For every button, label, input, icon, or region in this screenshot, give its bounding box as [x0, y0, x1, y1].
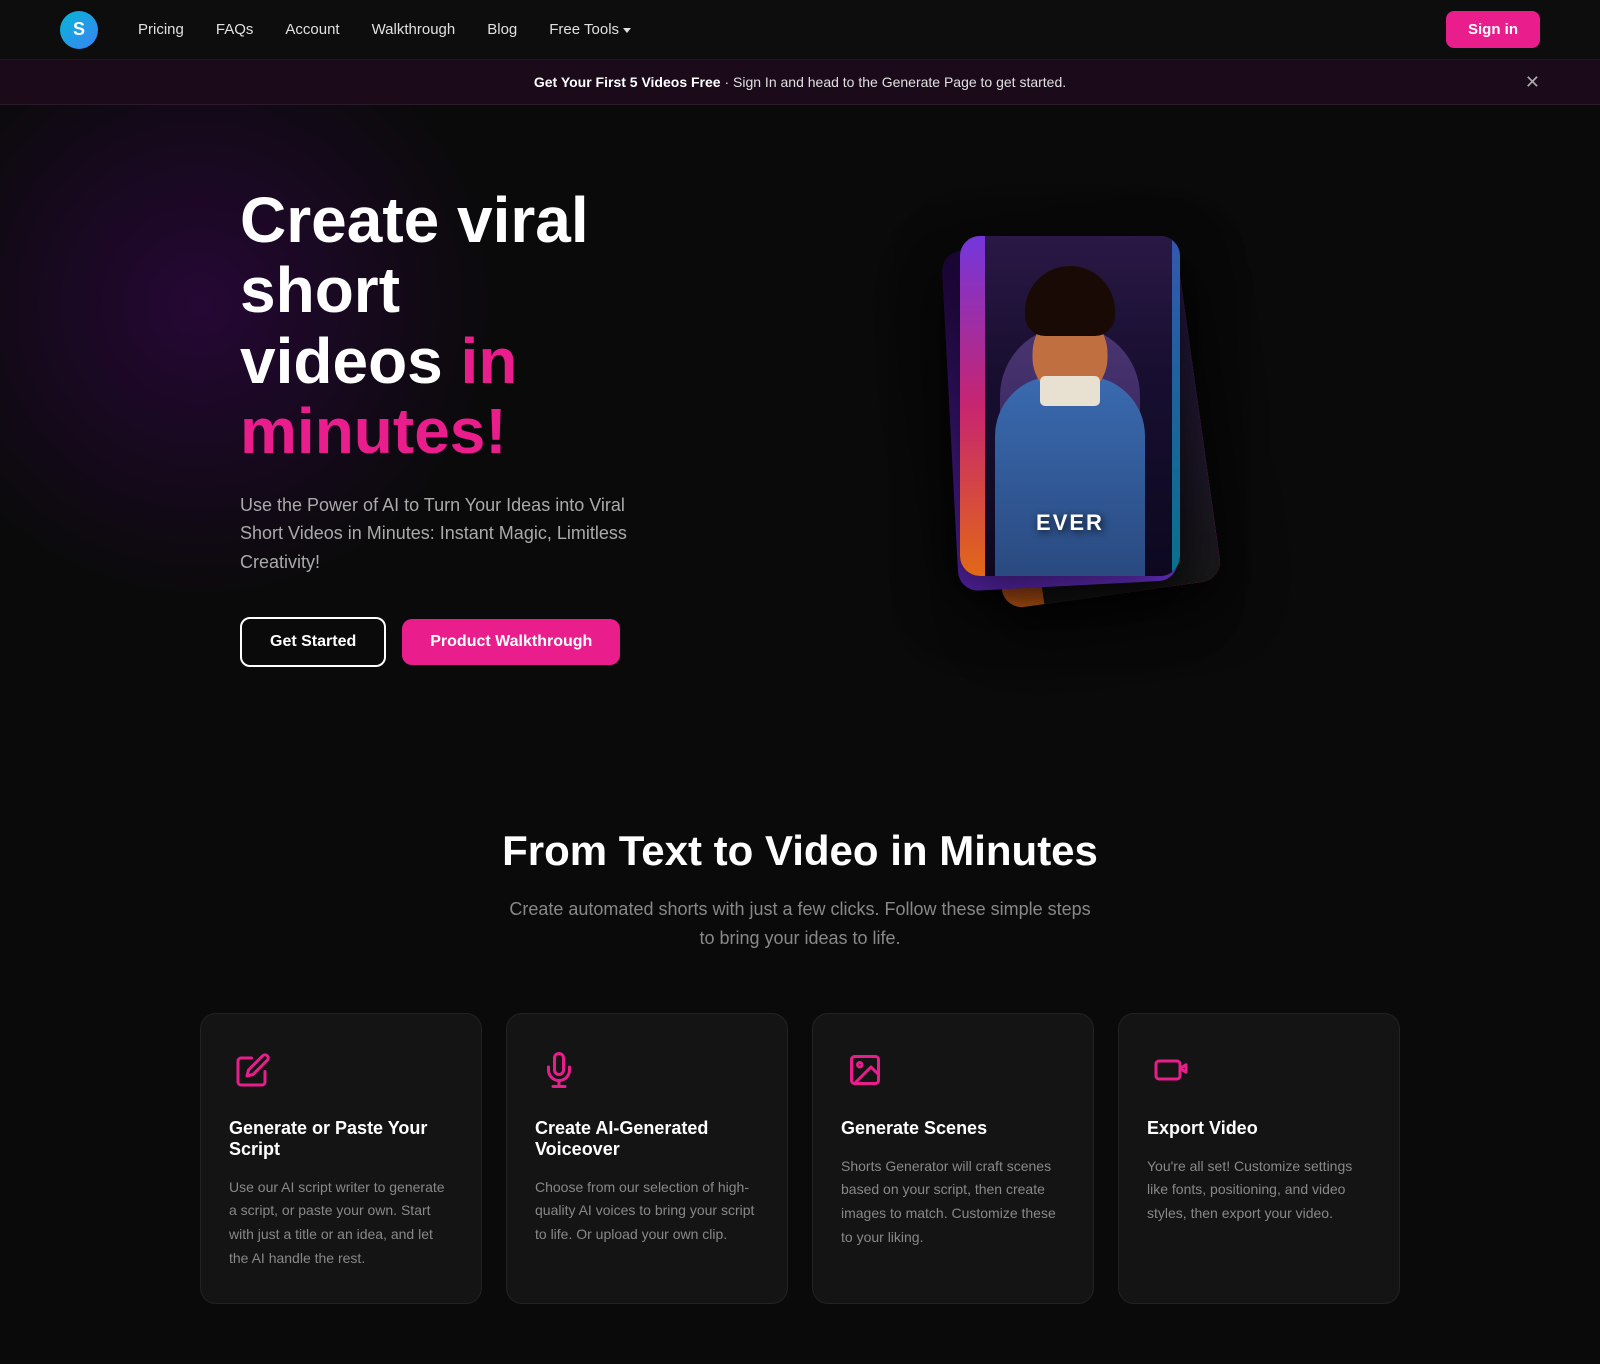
- promo-banner: Get Your First 5 Videos Free · Sign In a…: [0, 60, 1600, 105]
- microphone-icon: [535, 1046, 583, 1094]
- chevron-down-icon: [623, 28, 631, 33]
- features-title: From Text to Video in Minutes: [60, 827, 1540, 875]
- video-text-overlay: EVER: [1036, 510, 1104, 536]
- banner-text: Get Your First 5 Videos Free · Sign In a…: [534, 74, 1066, 90]
- features-grid: Generate or Paste Your Script Use our AI…: [200, 1013, 1400, 1304]
- feature-card-export: Export Video You're all set! Customize s…: [1118, 1013, 1400, 1304]
- feature-card-voiceover: Create AI-Generated Voiceover Choose fro…: [506, 1013, 788, 1304]
- feature-card-voiceover-title: Create AI-Generated Voiceover: [535, 1118, 759, 1160]
- video-card-container: EVER: [940, 236, 1220, 616]
- hero-content: Create viral short videos in minutes! Us…: [240, 185, 760, 667]
- video-icon: [1147, 1046, 1195, 1094]
- product-walkthrough-button[interactable]: Product Walkthrough: [402, 619, 620, 665]
- feature-card-scenes-text: Shorts Generator will craft scenes based…: [841, 1155, 1065, 1250]
- banner-rest: · Sign In and head to the Generate Page …: [721, 74, 1067, 90]
- hero-visual: EVER: [760, 236, 1400, 616]
- nav-links: Pricing FAQs Account Walkthrough Blog Fr…: [138, 21, 1446, 38]
- nav-walkthrough[interactable]: Walkthrough: [372, 21, 456, 38]
- nav-right: Sign in: [1446, 11, 1540, 48]
- nav-faqs[interactable]: FAQs: [216, 21, 254, 38]
- feature-card-script-title: Generate or Paste Your Script: [229, 1118, 453, 1160]
- navbar: S Pricing FAQs Account Walkthrough Blog …: [0, 0, 1600, 60]
- nav-account[interactable]: Account: [285, 21, 339, 38]
- hero-title-line2: videos: [240, 325, 461, 397]
- hero-section: Create viral short videos in minutes! Us…: [0, 105, 1600, 747]
- nav-free-tools-dropdown[interactable]: Free Tools: [549, 21, 631, 38]
- features-section: From Text to Video in Minutes Create aut…: [0, 747, 1600, 1364]
- feature-card-export-title: Export Video: [1147, 1118, 1371, 1139]
- feature-card-script: Generate or Paste Your Script Use our AI…: [200, 1013, 482, 1304]
- pencil-icon: [229, 1046, 277, 1094]
- nav-pricing[interactable]: Pricing: [138, 21, 184, 38]
- brand-logo[interactable]: S: [60, 11, 98, 49]
- feature-card-script-text: Use our AI script writer to generate a s…: [229, 1176, 453, 1271]
- feature-card-export-text: You're all set! Customize settings like …: [1147, 1155, 1371, 1226]
- features-subtitle: Create automated shorts with just a few …: [500, 895, 1100, 953]
- feature-card-voiceover-text: Choose from our selection of high-qualit…: [535, 1176, 759, 1247]
- hero-title-line1: Create viral short: [240, 184, 589, 326]
- nav-blog[interactable]: Blog: [487, 21, 517, 38]
- banner-strong: Get Your First 5 Videos Free: [534, 74, 721, 90]
- video-card-inner-front: EVER: [960, 236, 1180, 576]
- banner-close-button[interactable]: ✕: [1525, 73, 1540, 91]
- hero-title: Create viral short videos in minutes!: [240, 185, 760, 467]
- video-card-front: EVER: [960, 236, 1180, 576]
- hero-subtitle: Use the Power of AI to Turn Your Ideas i…: [240, 491, 660, 577]
- get-started-button[interactable]: Get Started: [240, 617, 386, 667]
- hero-buttons: Get Started Product Walkthrough: [240, 617, 760, 667]
- image-icon: [841, 1046, 889, 1094]
- feature-card-scenes: Generate Scenes Shorts Generator will cr…: [812, 1013, 1094, 1304]
- sign-in-button[interactable]: Sign in: [1446, 11, 1540, 48]
- feature-card-scenes-title: Generate Scenes: [841, 1118, 1065, 1139]
- logo-text: S: [73, 19, 85, 40]
